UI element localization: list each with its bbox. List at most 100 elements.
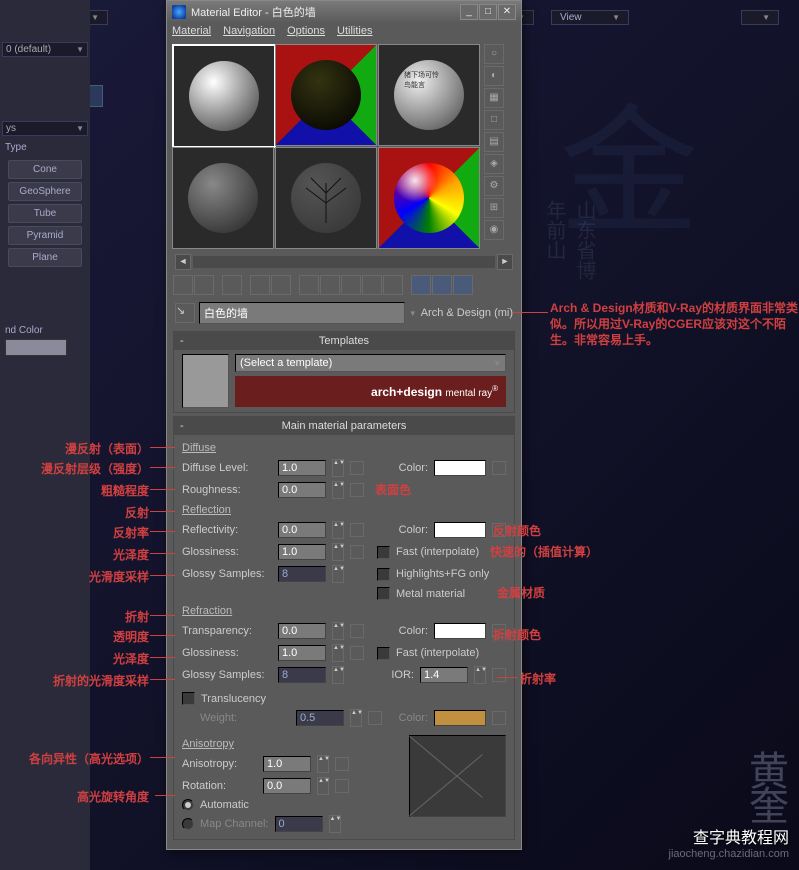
preview-slot-1[interactable] [172,44,276,148]
tool-nav-sibling[interactable] [432,275,452,295]
top-dd-4[interactable]: ▼ [741,10,779,25]
btn-cone[interactable]: Cone [8,160,82,179]
menu-material[interactable]: Material [172,25,211,37]
glossiness-map[interactable] [350,545,364,559]
preview-slot-6[interactable] [378,147,480,249]
reflectivity-spinner[interactable]: 0.0 [278,522,326,538]
refr-samples-arrows[interactable]: ▲▼ [332,666,344,684]
automatic-radio[interactable] [182,799,194,811]
side-tool-sample-type[interactable]: ○ [484,44,504,64]
side-tool-backlight[interactable]: ◐ [484,66,504,86]
titlebar[interactable]: Material Editor - 白色的墙 _ □ ✕ [167,1,521,23]
preview-slot-3[interactable]: 猪下场可怜鸟能言 [378,44,480,146]
tool-get-material[interactable] [173,275,193,295]
tool-effects[interactable] [341,275,361,295]
diffuse-level-arrows[interactable]: ▲▼ [332,459,344,477]
side-tool-uv[interactable]: □ [484,110,504,130]
name-history-dropdown[interactable]: ▼ [409,309,417,318]
anisotropy-spinner[interactable]: 1.0 [263,756,311,772]
anisotropy-map[interactable] [335,757,349,771]
ys-dropdown[interactable]: ys▼ [2,121,88,136]
tool-nav-forward[interactable] [453,275,473,295]
weight-arrows[interactable]: ▲▼ [350,709,362,727]
translucency-color-swatch[interactable] [434,710,486,726]
maximize-button[interactable]: □ [479,4,497,20]
ior-map[interactable] [492,668,506,682]
pick-material-icon[interactable]: ↘ [175,303,195,323]
weight-map[interactable] [368,711,382,725]
btn-tube[interactable]: Tube [8,204,82,223]
roughness-map[interactable] [350,483,364,497]
transparency-spinner[interactable]: 0.0 [278,623,326,639]
transparency-map[interactable] [350,624,364,638]
material-name-input[interactable]: 白色的墙 [199,302,405,324]
glossiness-arrows[interactable]: ▲▼ [332,543,344,561]
rotation-map[interactable] [335,779,349,793]
diffuse-level-spinner[interactable]: 1.0 [278,460,326,476]
map-channel-spinner[interactable]: 0 [275,816,323,832]
side-tool-options[interactable]: ⚙ [484,176,504,196]
refr-glossiness-spinner[interactable]: 1.0 [278,645,326,661]
metal-check[interactable] [377,587,390,600]
preview-slot-4[interactable] [172,147,274,249]
main-params-header[interactable]: -Main material parameters [174,417,514,435]
rotation-arrows[interactable]: ▲▼ [317,777,329,795]
btn-pyramid[interactable]: Pyramid [8,226,82,245]
reflectivity-map[interactable] [350,523,364,537]
side-tool-select[interactable]: ⊞ [484,198,504,218]
menu-options[interactable]: Options [287,25,325,37]
translucency-color-map[interactable] [492,711,506,725]
btn-geosphere[interactable]: GeoSphere [8,182,82,201]
glossy-samples-arrows[interactable]: ▲▼ [332,565,344,583]
tool-nav-parent[interactable] [411,275,431,295]
refr-glossiness-arrows[interactable]: ▲▼ [332,644,344,662]
close-button[interactable]: ✕ [498,4,516,20]
glossiness-spinner[interactable]: 1.0 [278,544,326,560]
tool-reset[interactable] [250,275,270,295]
preview-slot-2[interactable] [275,44,377,146]
side-tool-material[interactable]: ◉ [484,220,504,240]
transparency-arrows[interactable]: ▲▼ [332,622,344,640]
ior-arrows[interactable]: ▲▼ [474,666,486,684]
refraction-color-swatch[interactable] [434,623,486,639]
side-tool-video[interactable]: ▤ [484,132,504,152]
diffuse-level-map[interactable] [350,461,364,475]
preview-scrollbar[interactable] [193,256,495,268]
template-select[interactable]: (Select a template)▼ [235,354,506,372]
refr-glossiness-map[interactable] [350,646,364,660]
top-view[interactable]: View▼ [551,10,629,25]
reflectivity-arrows[interactable]: ▲▼ [332,521,344,539]
tool-copy[interactable] [271,275,291,295]
weight-spinner[interactable]: 0.5 [296,710,344,726]
refr-fast-check[interactable] [377,647,390,660]
btn-plane[interactable]: Plane [8,248,82,267]
default-selector[interactable]: 0 (default)▼ [2,42,88,57]
roughness-spinner[interactable]: 0.0 [278,482,326,498]
tool-assign[interactable] [222,275,242,295]
tool-put-scene[interactable] [194,275,214,295]
diffuse-color-map[interactable] [492,461,506,475]
translucency-check[interactable] [182,692,195,705]
preview-scroll-right[interactable]: ► [497,254,513,270]
end-color-swatch[interactable] [5,339,67,356]
rotation-spinner[interactable]: 0.0 [263,778,311,794]
material-type-button[interactable]: Arch & Design (mi) [421,307,513,319]
highlights-check[interactable] [377,568,390,581]
ior-spinner[interactable]: 1.4 [420,667,468,683]
refr-samples-spinner[interactable]: 8 [278,667,326,683]
preview-scroll-left[interactable]: ◄ [175,254,191,270]
menu-utilities[interactable]: Utilities [337,25,372,37]
tool-put-library[interactable] [320,275,340,295]
templates-header[interactable]: -Templates [174,332,514,350]
tool-make-unique[interactable] [299,275,319,295]
map-channel-radio[interactable] [182,818,194,830]
preview-slot-5[interactable] [275,147,377,249]
menu-navigation[interactable]: Navigation [223,25,275,37]
minimize-button[interactable]: _ [460,4,478,20]
tool-show-map[interactable] [362,275,382,295]
side-tool-background[interactable]: ▦ [484,88,504,108]
side-tool-preview[interactable]: ◈ [484,154,504,174]
anisotropy-arrows[interactable]: ▲▼ [317,755,329,773]
fast-interpolate-check[interactable] [377,546,390,559]
reflection-color-swatch[interactable] [434,522,486,538]
